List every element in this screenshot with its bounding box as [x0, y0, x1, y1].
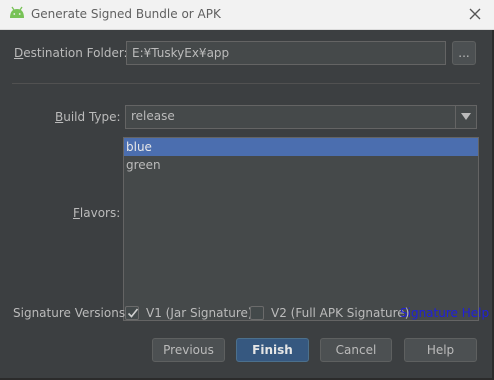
window-title: Generate Signed Bundle or APK: [31, 7, 221, 21]
checkmark-icon: [127, 308, 139, 318]
separator: [12, 83, 480, 84]
signature-versions-label: Signature Versions:: [13, 306, 130, 320]
finish-button[interactable]: Finish: [236, 338, 309, 362]
build-type-dropdown-button[interactable]: [455, 106, 476, 128]
android-icon: [10, 6, 24, 18]
previous-button[interactable]: Previous: [152, 338, 225, 362]
v2-label[interactable]: V2 (Full APK Signature): [271, 306, 409, 320]
cancel-button[interactable]: Cancel: [320, 338, 392, 362]
flavor-item-blue[interactable]: blue: [124, 138, 478, 156]
destination-folder-input[interactable]: E:¥TuskyEx¥app: [126, 41, 446, 65]
flavor-item-green[interactable]: green: [124, 156, 478, 174]
signature-help-link[interactable]: Signature Help: [400, 306, 489, 320]
browse-button[interactable]: ...: [452, 41, 476, 65]
dialog-body: Destination Folder: E:¥TuskyEx¥app ... B…: [0, 30, 494, 380]
flavors-label: Flavors:: [73, 206, 121, 220]
v1-label[interactable]: V1 (Jar Signature): [146, 306, 253, 320]
destination-folder-label: Destination Folder:: [14, 46, 128, 60]
build-type-select[interactable]: release: [125, 105, 477, 129]
title-bar: Generate Signed Bundle or APK: [0, 0, 494, 30]
v2-checkbox[interactable]: [250, 306, 264, 320]
help-button[interactable]: Help: [404, 338, 477, 362]
build-type-label: Build Type:: [55, 110, 121, 124]
flavors-list[interactable]: blue green: [123, 137, 479, 321]
chevron-down-icon: [461, 113, 471, 120]
build-type-value: release: [131, 109, 175, 123]
v1-checkbox[interactable]: [125, 306, 139, 320]
close-icon[interactable]: [468, 7, 482, 21]
